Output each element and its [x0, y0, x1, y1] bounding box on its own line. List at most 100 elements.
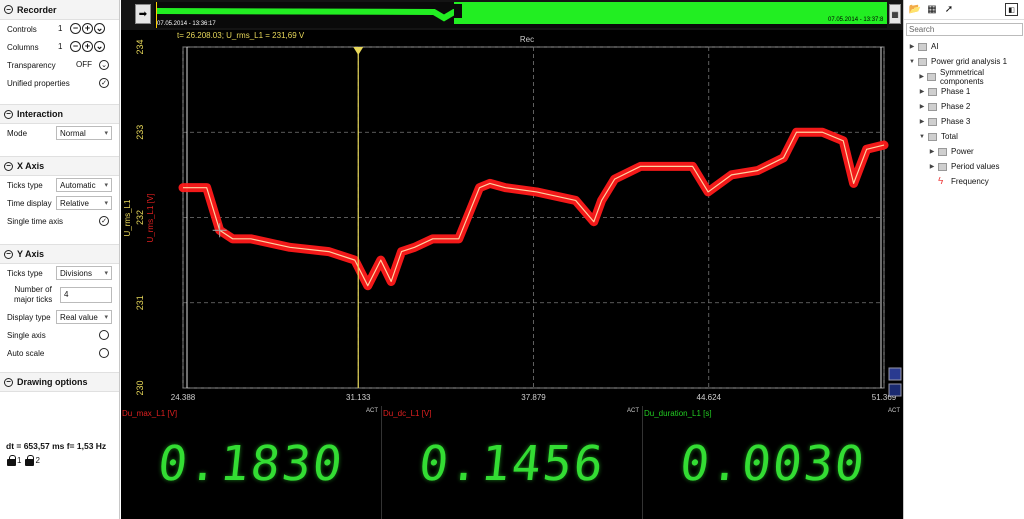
minus-icon[interactable]: −	[70, 41, 81, 52]
search-input[interactable]: Search	[906, 23, 1023, 36]
recorder-view: ➡ 07.05.2014 - 13:36:17 07.05.2014 - 13:…	[121, 0, 903, 519]
collapse-icon[interactable]: −	[4, 377, 13, 387]
rec-label: Rec	[520, 35, 534, 44]
section-title: Drawing options	[17, 377, 88, 387]
row-columns: Columns 1 − + ⌄	[0, 38, 119, 56]
chevron-right-icon[interactable]: ▶	[918, 73, 925, 80]
tree-item-symmetrical[interactable]: ▶ Symmetrical components	[904, 68, 1024, 86]
folder-icon	[927, 72, 937, 81]
unified-checkbox[interactable]: ✓	[99, 78, 109, 88]
folder-icon	[938, 162, 947, 171]
y-tick-label: 233	[135, 125, 145, 140]
meter-du-max[interactable]: Du_max_L1 [V] ACT 0.1830	[121, 406, 382, 519]
folder-icon	[918, 57, 927, 66]
chevron-right-icon[interactable]: ▶	[918, 103, 926, 110]
channel-tree-panel: 📂 ▦ ➚ ◧ Search ▶ AI ▼ Power grid analysi…	[903, 0, 1024, 519]
section-title: X Axis	[17, 161, 45, 171]
panel-toggle-icon[interactable]: ◧	[1005, 3, 1018, 16]
mode-select[interactable]: Normal ▾	[56, 126, 112, 140]
chevron-right-icon[interactable]: ▶	[918, 118, 926, 125]
minus-icon[interactable]: −	[70, 23, 81, 34]
section-x-axis[interactable]: − X Axis	[0, 156, 119, 176]
chevron-down-icon[interactable]: ⌄	[99, 60, 109, 70]
y-ticks-type-select[interactable]: Divisions ▾	[56, 266, 112, 280]
row-single-axis: Single axis	[0, 326, 119, 344]
overview-start-date: 07.05.2014 - 13:36:17	[157, 21, 216, 27]
lock-icon	[7, 455, 16, 466]
y-tick-label: 231	[135, 295, 145, 310]
tree-item-period-values[interactable]: ▶ Period values	[904, 159, 1024, 174]
overview-graph[interactable]	[154, 2, 887, 28]
plus-icon[interactable]: +	[82, 23, 93, 34]
lock-2-button[interactable]: 2	[25, 455, 40, 466]
single-time-checkbox[interactable]: ✓	[99, 216, 109, 226]
auto-scale-radio[interactable]	[99, 348, 109, 358]
chevron-down-icon: ▾	[104, 314, 108, 321]
meter-label: Du_duration_L1 [s]	[644, 409, 712, 418]
properties-panel: − Recorder Controls 1 − + ⌄ Columns 1 − …	[0, 0, 120, 519]
chevron-down-icon[interactable]: ▼	[908, 59, 916, 65]
meter-label: Du_max_L1 [V]	[122, 409, 178, 418]
section-title: Recorder	[17, 4, 57, 15]
overview-bar[interactable]: ➡ 07.05.2014 - 13:36:17 07.05.2014 - 13:…	[121, 0, 903, 30]
y-axis-label-red: U_rms_L1 [V]	[146, 194, 155, 243]
nav-button	[888, 383, 902, 397]
meter-value: 0.0030	[677, 436, 869, 492]
section-drawing-options[interactable]: − Drawing options	[0, 372, 119, 392]
meter-act-badge: ACT	[888, 408, 900, 414]
collapse-icon[interactable]: −	[4, 5, 13, 14]
cursor-handle	[353, 47, 364, 55]
meter-du-duration[interactable]: Du_duration_L1 [s] ACT 0.0030	[643, 406, 903, 519]
meter-du-dc[interactable]: Du_dc_L1 [V] ACT 0.1456	[382, 406, 643, 519]
tree-item-ai[interactable]: ▶ AI	[904, 39, 1024, 54]
chevron-down-icon[interactable]: ⌄	[94, 23, 105, 34]
chevron-right-icon[interactable]: ▶	[918, 88, 926, 95]
tree-item-phase-1[interactable]: ▶ Phase 1	[904, 84, 1024, 99]
major-ticks-input[interactable]: 4	[60, 287, 112, 303]
plus-icon[interactable]: +	[82, 41, 93, 52]
transparency-value: OFF	[76, 60, 92, 69]
plot-area[interactable]: 23023123223323424.388 31.133 37.879 44.624 5…	[121, 30, 903, 406]
calendar-icon[interactable]: ▦	[925, 3, 939, 17]
chevron-down-icon[interactable]: ▼	[918, 134, 926, 140]
row-controls: Controls 1 − + ⌄	[0, 20, 119, 38]
tree-item-phase-3[interactable]: ▶ Phase 3	[904, 114, 1024, 129]
x-tick-label: 44.624	[697, 393, 722, 402]
folder-icon	[928, 117, 937, 126]
row-time-display: Time display Relative ▾	[0, 194, 119, 212]
lock-1-button[interactable]: 1	[7, 455, 21, 466]
folder-icon[interactable]: 📂	[908, 3, 922, 17]
tree-item-frequency[interactable]: ϟ Frequency	[904, 174, 1024, 189]
display-type-select[interactable]: Real value ▾	[56, 310, 112, 324]
section-interaction[interactable]: − Interaction	[0, 104, 119, 124]
row-major-ticks: Number of major ticks 4	[0, 282, 119, 308]
overview-expand-button[interactable]: ➡	[135, 4, 151, 24]
x-tick-label: 31.133	[346, 393, 371, 402]
chevron-right-icon[interactable]: ▶	[928, 148, 936, 155]
pointer-icon[interactable]: ➚	[942, 3, 956, 17]
meter-act-badge: ACT	[627, 408, 639, 414]
x-ticks-type-select[interactable]: Automatic ▾	[56, 178, 112, 192]
single-axis-radio[interactable]	[99, 330, 109, 340]
overview-menu-button[interactable]: ▦	[889, 4, 901, 24]
chevron-right-icon[interactable]: ▶	[928, 163, 936, 170]
collapse-icon[interactable]: −	[4, 109, 13, 119]
tree-item-phase-2[interactable]: ▶ Phase 2	[904, 99, 1024, 114]
section-title: Interaction	[17, 109, 64, 119]
row-y-ticks-type: Ticks type Divisions ▾	[0, 264, 119, 282]
chevron-down-icon[interactable]: ⌄	[94, 41, 105, 52]
collapse-icon[interactable]: −	[4, 249, 13, 259]
folder-icon	[938, 147, 947, 156]
cursor-readout: t= 26.208.03; U_rms_L1 = 231,69 V	[177, 31, 305, 40]
time-display-select[interactable]: Relative ▾	[56, 196, 112, 210]
meter-value: 0.1830	[155, 436, 347, 492]
tree-item-total[interactable]: ▼ Total	[904, 129, 1024, 144]
section-y-axis[interactable]: − Y Axis	[0, 244, 119, 264]
section-recorder[interactable]: − Recorder	[0, 0, 119, 20]
tree-item-power[interactable]: ▶ Power	[904, 144, 1024, 159]
chevron-right-icon[interactable]: ▶	[908, 43, 916, 50]
tree-toolbar: 📂 ▦ ➚ ◧	[904, 0, 1024, 20]
collapse-icon[interactable]: −	[4, 161, 13, 171]
grid-icon: ▦	[891, 9, 899, 19]
arrow-right-icon: ➡	[138, 8, 148, 20]
